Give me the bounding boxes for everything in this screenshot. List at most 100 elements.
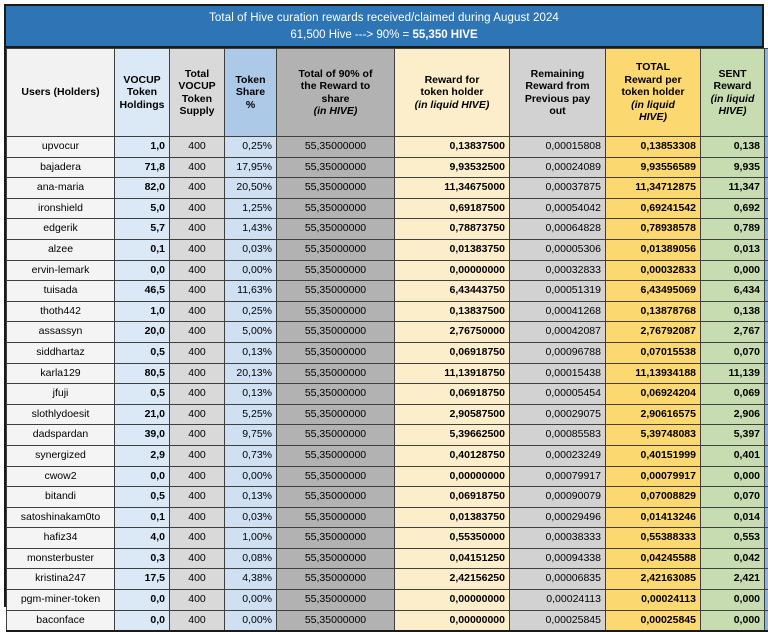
cell-share[interactable]: 17,95%	[225, 157, 277, 178]
cell-rollover[interactable]: 0,00048083	[765, 425, 768, 446]
cell-total90[interactable]: 55,35000000	[277, 425, 395, 446]
cell-total_reward[interactable]: 0,00025845	[606, 610, 701, 631]
cell-reward[interactable]: 2,76750000	[395, 322, 510, 343]
cell-holdings[interactable]: 5,0	[115, 198, 170, 219]
cell-total_reward[interactable]: 11,34712875	[606, 178, 701, 199]
cell-user[interactable]: bajadera	[7, 157, 115, 178]
cell-rollover[interactable]: 0,00032833	[765, 260, 768, 281]
cell-rollover[interactable]: 0,00008829	[765, 487, 768, 508]
table-row[interactable]: thoth4421,04000,25%55,350000000,13837500…	[7, 301, 768, 322]
cell-holdings[interactable]: 0,0	[115, 260, 170, 281]
table-row[interactable]: ana-maria82,040020,50%55,3500000011,3467…	[7, 178, 768, 199]
table-row[interactable]: synergized2,94000,73%55,350000000,401287…	[7, 445, 768, 466]
cell-total90[interactable]: 55,35000000	[277, 507, 395, 528]
table-row[interactable]: cwow20,04000,00%55,350000000,000000000,0…	[7, 466, 768, 487]
cell-supply[interactable]: 400	[170, 322, 225, 343]
cell-share[interactable]: 0,00%	[225, 610, 277, 631]
cell-sent[interactable]: 11,139	[701, 363, 765, 384]
cell-user[interactable]: jfuji	[7, 384, 115, 405]
cell-total90[interactable]: 55,35000000	[277, 260, 395, 281]
cell-total_reward[interactable]: 0,00032833	[606, 260, 701, 281]
cell-sent[interactable]: 2,421	[701, 569, 765, 590]
cell-total_reward[interactable]: 0,40151999	[606, 445, 701, 466]
cell-total90[interactable]: 55,35000000	[277, 487, 395, 508]
cell-user[interactable]: tuisada	[7, 281, 115, 302]
cell-total90[interactable]: 55,35000000	[277, 445, 395, 466]
cell-share[interactable]: 0,00%	[225, 590, 277, 611]
cell-supply[interactable]: 400	[170, 507, 225, 528]
cell-total_reward[interactable]: 0,06924204	[606, 384, 701, 405]
table-row[interactable]: baconface0,04000,00%55,350000000,0000000…	[7, 610, 768, 631]
cell-user[interactable]: alzee	[7, 239, 115, 260]
cell-share[interactable]: 0,08%	[225, 548, 277, 569]
cell-rollover[interactable]: 0,00024204	[765, 384, 768, 405]
table-row[interactable]: tuisada46,540011,63%55,350000006,4344375…	[7, 281, 768, 302]
table-row[interactable]: upvocur1,04000,25%55,350000000,138375000…	[7, 137, 768, 158]
cell-share[interactable]: 0,00%	[225, 466, 277, 487]
cell-rollover[interactable]: 0,00063085	[765, 569, 768, 590]
cell-total_reward[interactable]: 0,07015538	[606, 342, 701, 363]
cell-supply[interactable]: 400	[170, 281, 225, 302]
column-header-sent[interactable]: SENTReward(in liquidHIVE)	[701, 49, 765, 137]
cell-share[interactable]: 20,13%	[225, 363, 277, 384]
cell-reward[interactable]: 0,55350000	[395, 528, 510, 549]
cell-holdings[interactable]: 0,0	[115, 610, 170, 631]
cell-remaining[interactable]: 0,00042087	[510, 322, 606, 343]
cell-total90[interactable]: 55,35000000	[277, 178, 395, 199]
cell-total_reward[interactable]: 2,42163085	[606, 569, 701, 590]
cell-remaining[interactable]: 0,00054042	[510, 198, 606, 219]
cell-share[interactable]: 0,00%	[225, 260, 277, 281]
cell-share[interactable]: 0,13%	[225, 342, 277, 363]
cell-user[interactable]: assassyn	[7, 322, 115, 343]
cell-remaining[interactable]: 0,00090079	[510, 487, 606, 508]
column-header-share[interactable]: TokenShare%	[225, 49, 277, 137]
cell-share[interactable]: 0,25%	[225, 301, 277, 322]
cell-user[interactable]: siddhartaz	[7, 342, 115, 363]
cell-total_reward[interactable]: 0,13853308	[606, 137, 701, 158]
cell-reward[interactable]: 0,00000000	[395, 466, 510, 487]
column-header-supply[interactable]: TotalVOCUPTokenSupply	[170, 49, 225, 137]
cell-total90[interactable]: 55,35000000	[277, 466, 395, 487]
cell-share[interactable]: 1,25%	[225, 198, 277, 219]
cell-total_reward[interactable]: 0,69241542	[606, 198, 701, 219]
cell-total90[interactable]: 55,35000000	[277, 301, 395, 322]
cell-rollover[interactable]: 0,00013246	[765, 507, 768, 528]
cell-sent[interactable]: 0,789	[701, 219, 765, 240]
cell-total_reward[interactable]: 0,01389056	[606, 239, 701, 260]
cell-total90[interactable]: 55,35000000	[277, 342, 395, 363]
cell-rollover[interactable]: 0,00041542	[765, 198, 768, 219]
cell-holdings[interactable]: 0,3	[115, 548, 170, 569]
cell-sent[interactable]: 0,042	[701, 548, 765, 569]
cell-rollover[interactable]: 0,00078768	[765, 301, 768, 322]
cell-supply[interactable]: 400	[170, 260, 225, 281]
cell-share[interactable]: 9,75%	[225, 425, 277, 446]
cell-sent[interactable]: 0,070	[701, 487, 765, 508]
cell-share[interactable]: 0,03%	[225, 507, 277, 528]
cell-reward[interactable]: 0,69187500	[395, 198, 510, 219]
cell-user[interactable]: cwow2	[7, 466, 115, 487]
cell-total90[interactable]: 55,35000000	[277, 363, 395, 384]
table-row[interactable]: hafiz344,04001,00%55,350000000,553500000…	[7, 528, 768, 549]
cell-sent[interactable]: 0,138	[701, 137, 765, 158]
cell-supply[interactable]: 400	[170, 198, 225, 219]
cell-total90[interactable]: 55,35000000	[277, 219, 395, 240]
cell-reward[interactable]: 0,78873750	[395, 219, 510, 240]
cell-total90[interactable]: 55,35000000	[277, 569, 395, 590]
cell-rollover[interactable]: 0,00012875	[765, 178, 768, 199]
cell-sent[interactable]: 0,000	[701, 260, 765, 281]
cell-rollover[interactable]: 0,00056589	[765, 157, 768, 178]
table-row[interactable]: pgm-miner-token0,04000,00%55,350000000,0…	[7, 590, 768, 611]
cell-remaining[interactable]: 0,00037875	[510, 178, 606, 199]
cell-sent[interactable]: 0,138	[701, 301, 765, 322]
cell-supply[interactable]: 400	[170, 425, 225, 446]
table-row[interactable]: ironshield5,04001,25%55,350000000,691875…	[7, 198, 768, 219]
cell-reward[interactable]: 0,01383750	[395, 507, 510, 528]
cell-total_reward[interactable]: 0,00024113	[606, 590, 701, 611]
cell-remaining[interactable]: 0,00024113	[510, 590, 606, 611]
cell-rollover[interactable]: 0,00016575	[765, 404, 768, 425]
cell-reward[interactable]: 0,00000000	[395, 590, 510, 611]
cell-holdings[interactable]: 71,8	[115, 157, 170, 178]
cell-rollover[interactable]: 0,00092087	[765, 322, 768, 343]
cell-supply[interactable]: 400	[170, 157, 225, 178]
cell-total90[interactable]: 55,35000000	[277, 610, 395, 631]
